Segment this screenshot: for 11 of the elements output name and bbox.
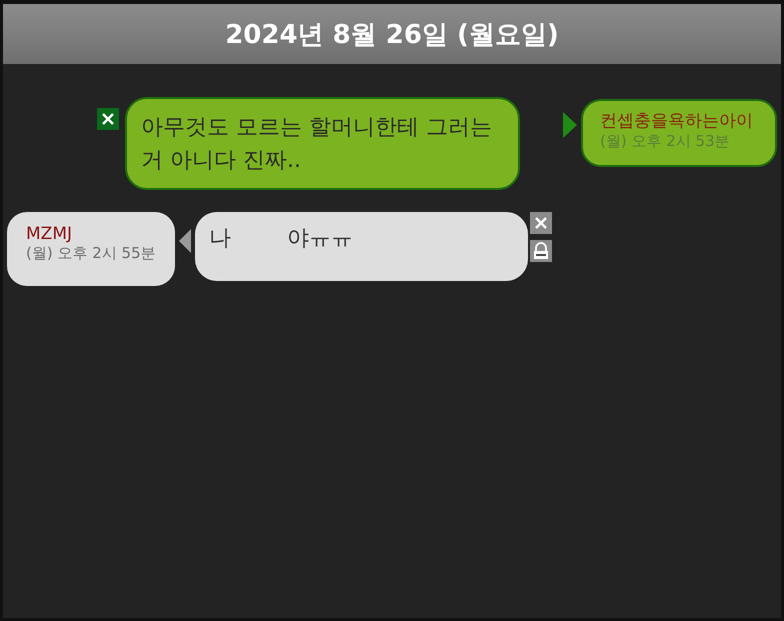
date-header: 2024년 8월 26일 (월요일) xyxy=(3,4,781,64)
message-time: (월) 오후 2시 55분 xyxy=(26,244,157,263)
lock-icon[interactable] xyxy=(530,240,552,262)
message-bubble: 나 야ㅠㅠ xyxy=(195,212,528,281)
message-bubble: 아무것도 모르는 할머니한테 그러는거 아니다 진짜.. xyxy=(125,97,520,190)
pointer-icon xyxy=(179,229,191,253)
sender-name: 컨셉충을욕하는아이 xyxy=(600,110,754,132)
pointer-icon xyxy=(563,112,577,138)
sender-name: MZMJ xyxy=(26,224,73,244)
close-icon[interactable] xyxy=(97,108,119,130)
close-icon[interactable] xyxy=(530,212,552,234)
